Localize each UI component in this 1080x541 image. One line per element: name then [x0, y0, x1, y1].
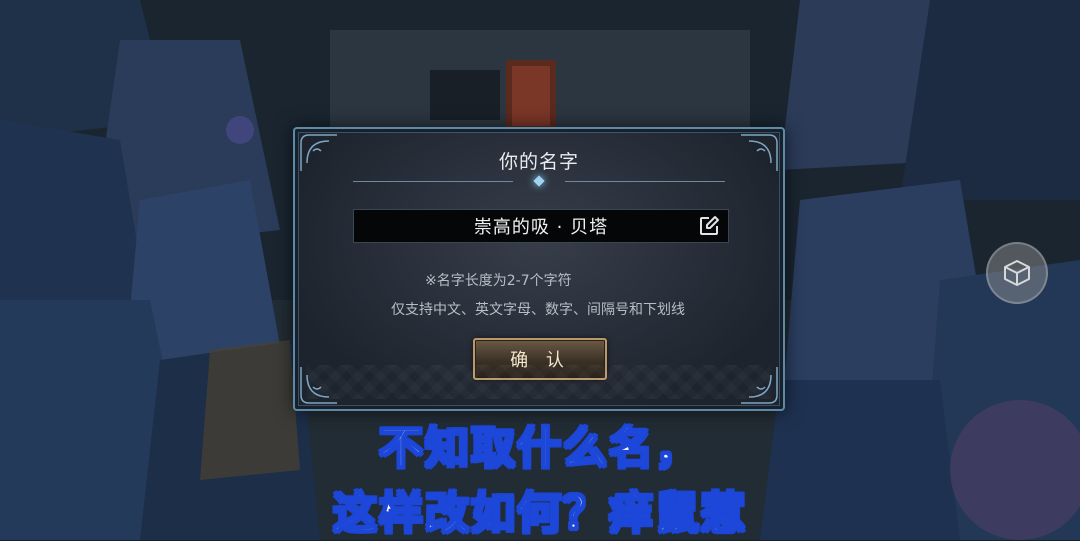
title-divider [353, 175, 725, 187]
side-menu-button[interactable] [986, 242, 1048, 304]
ornament-corner-icon [299, 365, 339, 405]
subtitle-line-2: 这样改如何？痒鼠惹 [332, 487, 747, 540]
ornament-corner-icon [739, 365, 779, 405]
diamond-gem-icon [533, 175, 545, 187]
allowed-chars-hint: 仅支持中文、英文字母、数字、间隔号和下划线 [391, 302, 685, 318]
subtitle-line-1: 不知取什么名， [378, 422, 701, 475]
name-dialog: 你的名字 崇高的吸 · 贝塔 ※名字长度为2-7个字符 仅支持中文、英文字母、数… [293, 127, 785, 411]
name-length-hint: ※名字长度为2-7个字符 [425, 273, 572, 289]
dialog-title: 你的名字 [498, 151, 579, 173]
edit-icon[interactable] [698, 215, 720, 237]
name-input-value: 崇高的吸 · 贝塔 [473, 217, 609, 238]
cube-icon [1004, 260, 1030, 286]
confirm-button[interactable]: 确 认 [473, 338, 607, 380]
name-input[interactable]: 崇高的吸 · 贝塔 [353, 209, 729, 243]
